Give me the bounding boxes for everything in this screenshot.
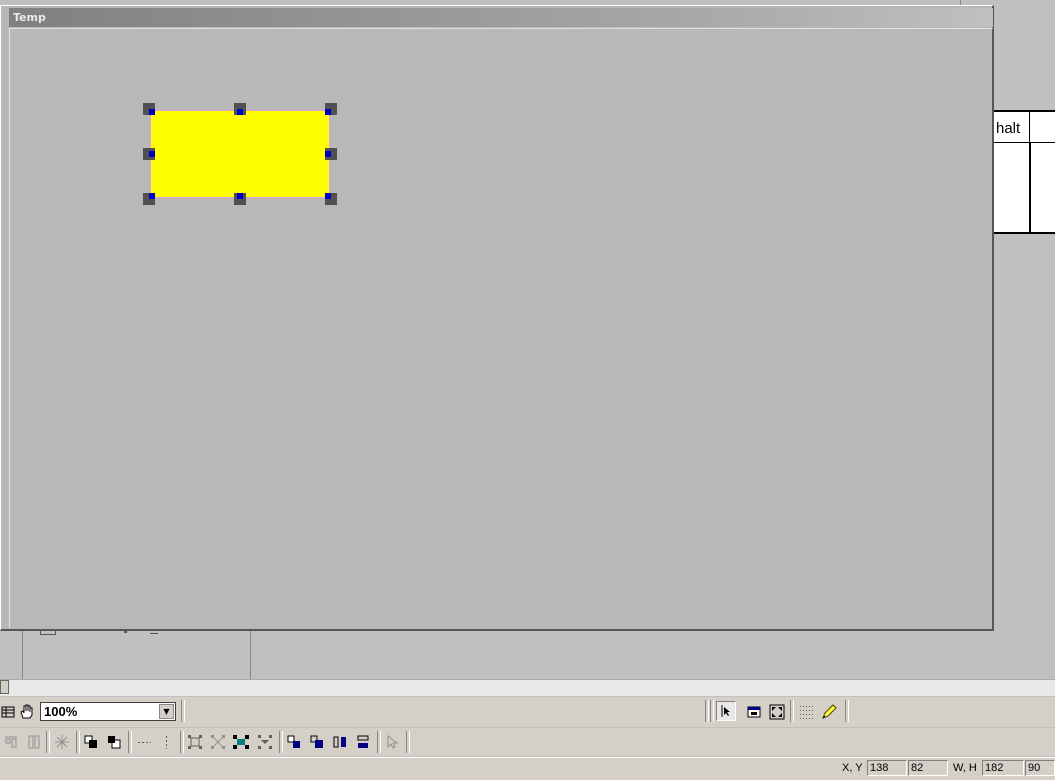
toolbar-separator: [710, 700, 714, 722]
pointer-disabled-icon[interactable]: [382, 732, 402, 752]
toolbar-separator: [76, 731, 80, 753]
resize-handle-bottom-right[interactable]: [325, 193, 337, 205]
window-icon[interactable]: [744, 702, 764, 722]
table-divider: [1029, 112, 1030, 142]
toolbar-separator: [406, 731, 410, 753]
toolbar-separator: [790, 700, 794, 722]
wh-label: W, H: [953, 762, 977, 774]
flip-horizontal-icon[interactable]: [330, 732, 350, 752]
scroll-left-button[interactable]: [0, 680, 9, 694]
resize-handle-left[interactable]: [143, 148, 155, 160]
status-bar: X, Y 138 82 W, H 182 90: [0, 757, 1055, 780]
rotate-left-icon[interactable]: [284, 732, 304, 752]
bg-fragment: [124, 631, 127, 633]
vertical-dots-icon[interactable]: [156, 732, 176, 752]
bg-fragment: [40, 631, 56, 635]
arrange-toolbar: [0, 728, 1055, 756]
table-divider: [994, 142, 1055, 143]
snap-icon[interactable]: [52, 732, 72, 752]
width-field: 182: [982, 760, 1024, 776]
toolbar-separator: [46, 731, 50, 753]
toolbar-separator: [128, 731, 132, 753]
background-table: halt: [994, 110, 1055, 234]
horizontal-scrollbar[interactable]: [0, 679, 1055, 696]
toolbar-separator: [845, 700, 849, 722]
hand-icon[interactable]: [17, 702, 37, 722]
rotate-right-icon[interactable]: [307, 732, 327, 752]
ungroup-icon[interactable]: [208, 732, 228, 752]
toolbar-separator: [377, 731, 381, 753]
window-title: Temp: [13, 11, 46, 24]
align-columns-icon[interactable]: [24, 732, 44, 752]
dotted-grid-icon[interactable]: [796, 702, 816, 722]
temp-window[interactable]: Temp: [0, 5, 994, 631]
horizontal-dots-icon[interactable]: [134, 732, 154, 752]
flip-vertical-icon[interactable]: [353, 732, 373, 752]
zoom-select[interactable]: 100% ▼: [40, 702, 176, 721]
toolbar-separator: [181, 700, 185, 722]
window-titlebar[interactable]: Temp: [9, 8, 993, 27]
resize-handle-top-left[interactable]: [143, 103, 155, 115]
resize-handle-top[interactable]: [234, 103, 246, 115]
pencil-icon[interactable]: [819, 702, 839, 722]
x-coordinate-field: 138: [867, 760, 907, 776]
fullscreen-icon[interactable]: [767, 702, 787, 722]
toolbar-separator: [180, 731, 184, 753]
xy-label: X, Y: [842, 762, 863, 774]
resize-handle-bottom[interactable]: [234, 193, 246, 205]
table-divider: [1029, 142, 1031, 232]
view-toolbar: 100% ▼: [0, 697, 1055, 727]
bring-forward-icon[interactable]: [81, 732, 101, 752]
grid-icon[interactable]: [0, 702, 18, 722]
table-header-text: halt: [996, 120, 1021, 137]
bg-divider: [22, 631, 23, 679]
bg-fragment: [150, 631, 158, 634]
resize-handle-right[interactable]: [325, 148, 337, 160]
resize-handle-top-right[interactable]: [325, 103, 337, 115]
resize-handle-bottom-left[interactable]: [143, 193, 155, 205]
y-coordinate-field: 82: [908, 760, 948, 776]
zoom-value: 100%: [44, 704, 78, 719]
selected-rectangle-shape[interactable]: [150, 110, 330, 198]
stretch-icon[interactable]: [255, 732, 275, 752]
align-top-icon[interactable]: [1, 732, 21, 752]
chevron-down-icon[interactable]: ▼: [159, 704, 174, 719]
toolbar-separator: [279, 731, 283, 753]
send-backward-icon[interactable]: [104, 732, 124, 752]
pointer-icon[interactable]: [716, 701, 736, 721]
toolbar-separator: [705, 700, 709, 722]
height-field: 90: [1025, 760, 1055, 776]
group-icon[interactable]: [185, 732, 205, 752]
distribute-icon[interactable]: [231, 732, 251, 752]
bg-divider: [250, 631, 251, 679]
